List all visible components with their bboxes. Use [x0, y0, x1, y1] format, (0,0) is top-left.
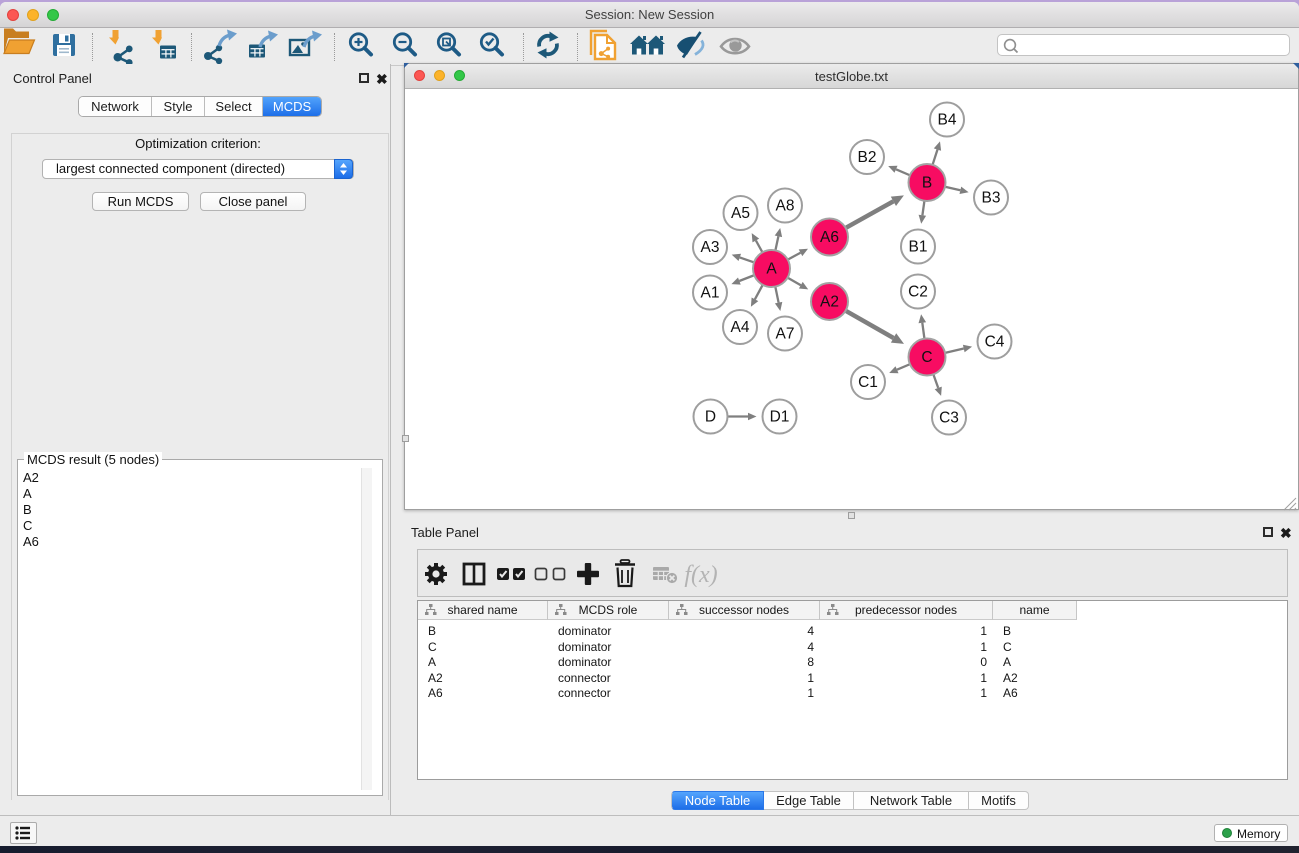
svg-text:A3: A3	[701, 239, 720, 256]
svg-text:C3: C3	[939, 410, 959, 427]
svg-text:A2: A2	[820, 294, 839, 311]
svg-text:A7: A7	[776, 326, 795, 343]
svg-text:A: A	[766, 261, 777, 278]
svg-text:D1: D1	[770, 409, 790, 426]
svg-text:A4: A4	[731, 319, 750, 336]
svg-text:C4: C4	[985, 334, 1005, 351]
svg-text:B2: B2	[858, 149, 877, 166]
svg-text:C1: C1	[858, 374, 878, 391]
svg-text:C2: C2	[908, 284, 928, 301]
svg-text:B4: B4	[938, 112, 957, 129]
svg-text:A6: A6	[820, 229, 839, 246]
svg-text:C: C	[921, 349, 932, 366]
svg-text:A1: A1	[701, 285, 720, 302]
svg-text:B: B	[922, 175, 932, 192]
svg-text:A5: A5	[731, 205, 750, 222]
svg-text:B1: B1	[909, 239, 928, 256]
svg-text:A8: A8	[776, 198, 795, 215]
svg-text:B3: B3	[982, 190, 1001, 207]
svg-text:f(x): f(x)	[684, 562, 717, 588]
svg-text:D: D	[705, 409, 716, 426]
